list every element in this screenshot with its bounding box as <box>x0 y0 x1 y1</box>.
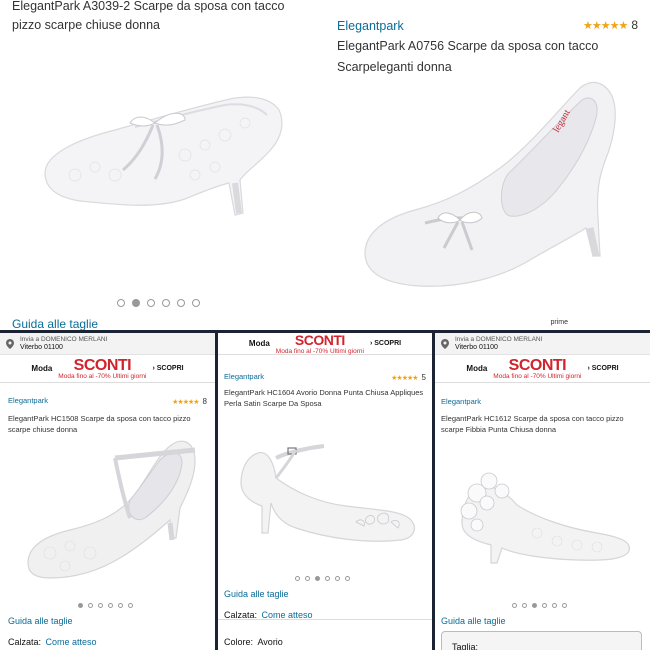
shoe-image-a0756[interactable]: legant <box>360 78 625 293</box>
carousel-dot[interactable] <box>162 299 170 307</box>
size-label: Taglia: <box>452 642 479 650</box>
product-title: ElegantPark HC1612 Scarpe da sposa con t… <box>441 414 624 434</box>
brand-link[interactable]: Elegantpark <box>224 372 264 381</box>
delivery-city: Viterbo 01100 <box>20 343 63 351</box>
size-guide-link[interactable]: Guida alle taglie <box>441 616 506 626</box>
carousel-dots[interactable] <box>117 299 200 307</box>
moda-logo: Moda <box>466 364 488 373</box>
carousel-dot[interactable] <box>98 603 103 608</box>
carousel-dot[interactable] <box>345 576 350 581</box>
rating-count: 5 <box>421 373 426 382</box>
product-card-a0756: Elegantpark ★★★★★ 8 ElegantPark A0756 Sc… <box>325 0 650 330</box>
carousel-dot[interactable] <box>295 576 300 581</box>
scopri-button[interactable]: › SCOPRI <box>370 340 401 347</box>
delivery-location[interactable]: Invia a DOMENICO MERLANI Viterbo 01100 <box>0 333 215 355</box>
product-panel-hc1612: Invia a DOMENICO MERLANI Viterbo 01100 M… <box>435 333 650 650</box>
color-row: Colore: Avorio <box>224 632 283 650</box>
shoe-image-hc1604[interactable] <box>236 438 421 548</box>
carousel-dot[interactable] <box>118 603 123 608</box>
carousel-dots[interactable] <box>512 603 567 608</box>
rating-count: 8 <box>631 18 638 32</box>
scopri-button[interactable]: › SCOPRI <box>587 365 618 372</box>
carousel-dot-active[interactable] <box>532 603 537 608</box>
sconti-text: SCONTI <box>73 356 132 374</box>
fit-row: Calzata: Come atteso <box>8 632 97 650</box>
carousel-dot[interactable] <box>108 603 113 608</box>
fit-row: Calzata: Come atteso <box>224 605 313 623</box>
carousel-dot[interactable] <box>177 299 185 307</box>
size-guide-link[interactable]: Guida alle taglie <box>12 317 98 330</box>
promo-banner[interactable]: Moda SCONTI Moda fino al -70% Ultimi gio… <box>0 355 215 383</box>
rating[interactable]: ★★★★★ 5 <box>391 367 426 385</box>
carousel-dots[interactable] <box>295 576 350 581</box>
promo-subtext: Moda fino al -70% Ultimi giorni <box>275 347 364 355</box>
carousel-dot[interactable] <box>128 603 133 608</box>
brand-link[interactable]: Elegantpark <box>441 397 481 406</box>
rating[interactable]: ★★★★★ 8 <box>583 18 638 32</box>
prime-badge: prime <box>550 319 568 326</box>
sconti-text: SCONTI <box>508 356 567 374</box>
rating-count: 8 <box>202 397 207 406</box>
promo-subtext: Moda fino al -70% Ultimi giorni <box>58 372 147 380</box>
carousel-dot[interactable] <box>117 299 125 307</box>
carousel-dot-active[interactable] <box>78 603 83 608</box>
carousel-dot[interactable] <box>542 603 547 608</box>
location-pin-icon <box>6 338 14 349</box>
deliver-to-text: Invia a DOMENICO MERLANI <box>20 335 108 343</box>
carousel-dot[interactable] <box>562 603 567 608</box>
carousel-dot[interactable] <box>512 603 517 608</box>
rating[interactable]: ★★★★★ 8 <box>172 391 207 409</box>
fit-label: Calzata: <box>8 637 42 647</box>
carousel-dot[interactable] <box>147 299 155 307</box>
shoe-image-hc1508[interactable] <box>20 428 205 593</box>
brand-link[interactable]: Elegantpark <box>8 396 48 405</box>
size-guide-link[interactable]: Guida alle taglie <box>8 616 73 626</box>
product-card-a3039: ElegantPark A3039-2 Scarpe da sposa con … <box>0 0 325 330</box>
deliver-to-text: Invia a DOMENICO MERLANI <box>455 335 543 343</box>
sconti-text: SCONTI <box>294 333 345 348</box>
rating-stars-icon: ★★★★★ <box>391 375 418 382</box>
carousel-dot[interactable] <box>192 299 200 307</box>
location-pin-icon <box>441 338 449 349</box>
carousel-dot[interactable] <box>335 576 340 581</box>
shoe-image-a3039[interactable] <box>35 75 310 225</box>
product-title: ElegantPark HC1604 Avorio Donna Punta Ch… <box>224 388 424 408</box>
rating-stars-icon: ★★★★★ <box>172 399 199 406</box>
shoe-image-hc1612[interactable] <box>457 463 637 573</box>
promo-banner[interactable]: Moda SCONTI Moda fino al -70% Ultimi gio… <box>218 333 432 355</box>
color-label: Colore: <box>224 637 254 647</box>
promo-banner[interactable]: Moda SCONTI Moda fino al -70% Ultimi gio… <box>435 355 650 383</box>
delivery-city: Viterbo 01100 <box>455 343 498 351</box>
product-panel-hc1508: Invia a DOMENICO MERLANI Viterbo 01100 M… <box>0 333 215 650</box>
rating-stars-icon: ★★★★★ <box>583 19 628 32</box>
moda-logo: Moda <box>31 364 53 373</box>
product-title: ElegantPark A0756 Scarpe da sposa con ta… <box>337 39 599 74</box>
color-value: Avorio <box>257 637 283 647</box>
promo-subtext: Moda fino al -70% Ultimi giorni <box>493 372 582 380</box>
brand-link[interactable]: Elegantpark <box>337 19 404 33</box>
carousel-dots[interactable] <box>78 603 133 608</box>
fit-value[interactable]: Come atteso <box>45 637 96 647</box>
product-title: ElegantPark A3039-2 Scarpe da sposa con … <box>12 0 285 32</box>
carousel-dot-active[interactable] <box>315 576 320 581</box>
delivery-location[interactable]: Invia a DOMENICO MERLANI Viterbo 01100 <box>435 333 650 355</box>
carousel-dot[interactable] <box>305 576 310 581</box>
carousel-dot[interactable] <box>552 603 557 608</box>
carousel-dot-active[interactable] <box>132 299 140 307</box>
product-panel-hc1604: Moda SCONTI Moda fino al -70% Ultimi gio… <box>218 333 432 650</box>
moda-logo: Moda <box>248 339 270 348</box>
carousel-dot[interactable] <box>522 603 527 608</box>
scopri-button[interactable]: › SCOPRI <box>152 365 183 372</box>
carousel-dot[interactable] <box>325 576 330 581</box>
size-select[interactable]: Taglia: <box>441 631 642 650</box>
carousel-dot[interactable] <box>88 603 93 608</box>
size-guide-link[interactable]: Guida alle taglie <box>224 589 289 599</box>
